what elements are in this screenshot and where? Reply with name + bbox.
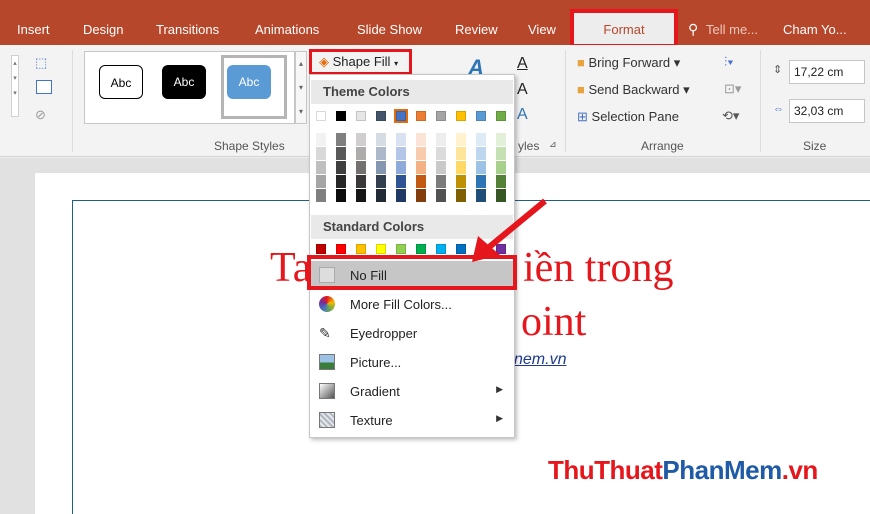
annotation-arrow-shaft [486,198,547,251]
annotation-arrow-layer [472,198,547,262]
